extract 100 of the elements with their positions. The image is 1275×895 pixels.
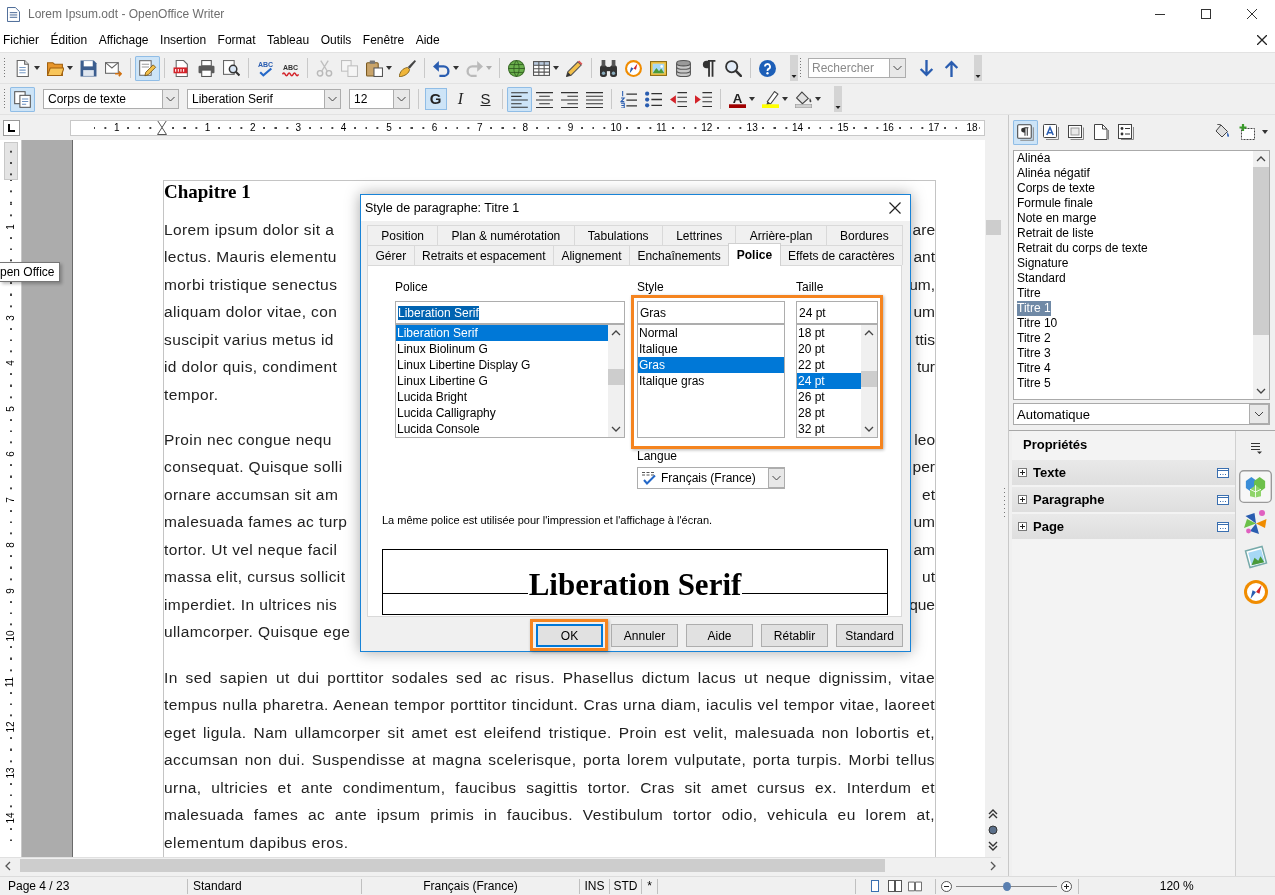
list-option[interactable]: Italique gras [638,373,784,389]
list-option[interactable]: 26 pt [797,389,861,405]
database-icon[interactable] [675,59,692,77]
caret-down-icon[interactable] [386,66,392,70]
style-list-item[interactable]: Titre 2 [1017,331,1051,346]
table-grid-icon[interactable] [533,59,550,77]
menu-item[interactable]: Format [212,31,262,49]
pencil-page-icon[interactable] [135,55,160,81]
list-option[interactable]: Lucida Bright [396,389,608,405]
tab[interactable]: Effets de caractères [779,245,903,265]
caret-down-icon[interactable] [34,66,40,70]
scrollbar-thumb[interactable] [608,369,624,385]
decrease-indent-icon[interactable] [670,90,687,108]
chevron-left-icon[interactable] [5,860,11,871]
maximize-icon[interactable] [1201,9,1211,19]
style-list-item[interactable]: Titre 4 [1017,361,1051,376]
globe-icon[interactable] [508,59,525,77]
list-option[interactable]: Italique [638,341,784,357]
double-chevron-down-icon[interactable] [988,841,998,851]
scrollbar[interactable] [1253,151,1269,399]
chevron-up-icon[interactable] [864,330,874,336]
style-list-item[interactable]: Titre 10 [1017,316,1058,331]
clipboard-icon[interactable] [366,59,383,77]
list-option[interactable]: 32 pt [797,421,861,437]
caret-down-icon[interactable] [782,97,788,101]
list-option[interactable]: Normal [638,325,784,341]
grip-handle-icon[interactable] [799,58,802,78]
page-icon[interactable] [1092,124,1109,140]
tab[interactable]: Alignement [552,245,630,265]
list-option[interactable]: Lucida Calligraphy [396,405,608,421]
list-option[interactable]: 24 pt [797,373,861,389]
align-justify-icon[interactable] [586,90,603,108]
arrow-up-icon[interactable] [943,59,960,77]
paint-bucket-icon[interactable] [1213,124,1230,140]
style-list-item[interactable]: Titre [1017,286,1041,301]
envelope-icon[interactable] [105,59,122,77]
double-chevron-up-icon[interactable] [988,809,998,819]
list-option[interactable]: Linux Biolinum G [396,341,608,357]
zoom-in-icon[interactable] [1061,880,1072,892]
chevron-up-icon[interactable] [1256,156,1266,162]
pencil-icon[interactable] [566,59,583,77]
list-option[interactable]: 20 pt [797,341,861,357]
pilcrow-icon[interactable] [700,59,717,77]
dialog-button[interactable]: OK [536,624,603,647]
style-list-item[interactable]: Note en marge [1017,211,1097,226]
pinwheel-icon[interactable] [1243,510,1268,534]
menu-item[interactable]: Tableau [261,31,315,49]
pilcrow-box-icon[interactable] [1013,119,1038,145]
style-list-item[interactable]: Signature [1017,256,1069,271]
align-center-icon[interactable] [536,90,553,108]
grip-handle-icon[interactable] [3,58,6,78]
style-list-item[interactable]: Alinéa [1017,151,1051,166]
list-option[interactable]: 22 pt [797,357,861,373]
menu-item[interactable]: Affichage [93,31,155,49]
folder-icon[interactable] [47,59,64,77]
document-icon[interactable] [14,59,31,77]
language-dropdown[interactable]: Français (France) [637,467,785,489]
list-option[interactable]: 18 pt [797,325,861,341]
menu-item[interactable]: Aide [410,31,446,49]
caret-down-icon[interactable] [553,66,559,70]
chevron-down-icon[interactable] [1256,388,1266,394]
close-icon[interactable] [889,202,901,214]
zoom-out-icon[interactable] [941,880,952,892]
printer-icon[interactable] [198,59,215,77]
style-list-item[interactable]: Alinéa négatif [1017,166,1090,181]
open-book-icon[interactable] [908,880,922,892]
list-box-icon[interactable] [1117,124,1134,140]
indent-marker-icon[interactable] [157,120,168,135]
style-filter-dropdown[interactable]: Automatique [1013,403,1270,425]
paint-bucket-icon[interactable] [795,90,812,108]
dialog-button[interactable]: Standard [836,624,903,647]
more-options-icon[interactable] [1217,494,1229,505]
list-option[interactable]: Gras [638,357,784,373]
style-list-item[interactable]: Titre 3 [1017,346,1051,361]
expand-icon[interactable] [1018,522,1027,531]
list-option[interactable]: 28 pt [797,405,861,421]
letter-box-icon[interactable] [1042,124,1059,140]
tab[interactable]: Retraits et espacement [413,245,554,265]
plus-box-icon[interactable] [1238,124,1255,140]
style-list-item[interactable]: Formule finale [1017,196,1094,211]
arrow-down-icon[interactable] [918,59,935,77]
tab[interactable]: Bordures [825,225,903,245]
single-page-icon[interactable] [868,880,882,892]
slider-thumb[interactable] [1002,881,1011,891]
more-options-icon[interactable] [1217,467,1229,478]
caret-down-icon[interactable] [453,66,459,70]
italic-button[interactable]: I [449,88,472,110]
dialog-button[interactable]: Rétablir [761,624,828,647]
more-options-icon[interactable] [1217,521,1229,532]
caret-down-icon[interactable] [815,97,821,101]
chevron-down-icon[interactable] [864,426,874,432]
close-icon[interactable] [1257,35,1267,45]
chevron-right-icon[interactable] [990,860,996,871]
font-style-field[interactable]: Gras [637,301,785,324]
cubes-icon[interactable] [1239,470,1272,503]
menu-icon[interactable] [1249,442,1262,454]
two-pages-icon[interactable] [888,880,902,892]
picture-icon[interactable] [650,59,667,77]
section-header[interactable]: Texte [1012,460,1235,485]
tab[interactable]: Arrière-plan [735,225,827,245]
